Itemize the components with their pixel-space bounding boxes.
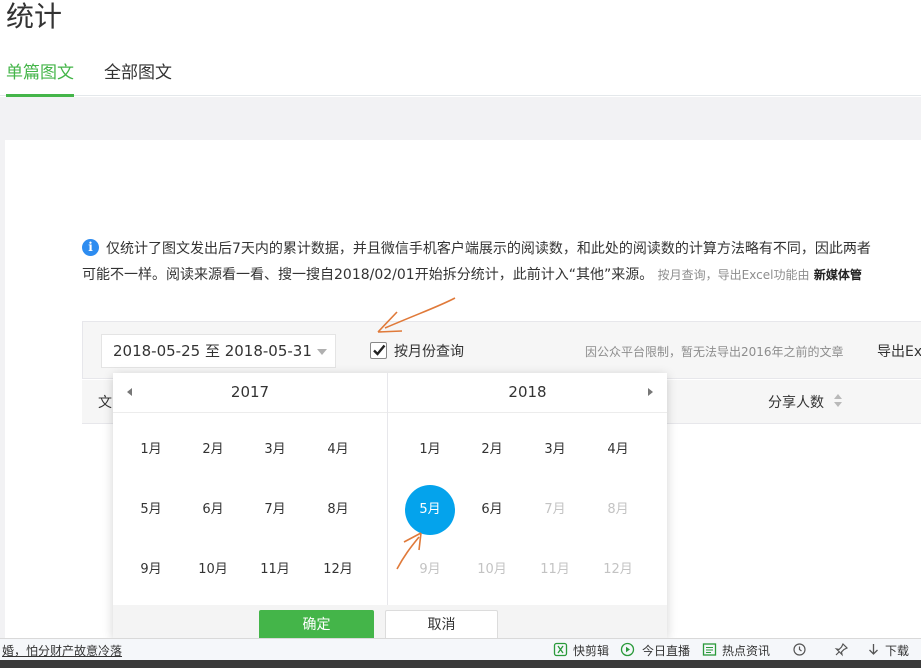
left-month-8[interactable]: 8月 (313, 485, 363, 535)
info-icon: i (82, 239, 99, 256)
month-query-checkbox[interactable] (370, 342, 387, 359)
right-month-4[interactable]: 4月 (593, 425, 643, 475)
notice-line-2-text: 可能不一样。阅读来源看一看、搜一搜自2018/02/01开始拆分统计，此前计入“… (82, 267, 653, 283)
scissors-icon (553, 642, 568, 657)
right-month-5[interactable]: 5月 (405, 485, 455, 535)
left-month-3[interactable]: 3月 (250, 425, 300, 475)
left-month-6[interactable]: 6月 (188, 485, 238, 535)
calendar-footer: 确定 取消 (113, 605, 667, 638)
left-month-12[interactable]: 12月 (313, 545, 363, 595)
date-range-value: 2018-05-25 至 2018-05-31 (113, 342, 312, 360)
calendar-left-header: 2017 (113, 373, 387, 413)
month-query-label[interactable]: 按月份查询 (394, 341, 464, 361)
right-month-8: 8月 (593, 485, 643, 535)
next-year-icon[interactable] (648, 388, 653, 396)
confirm-button[interactable]: 确定 (259, 610, 374, 640)
taskbar-item-clip[interactable]: 快剪辑 (573, 642, 609, 659)
taskbar-item-news[interactable]: 热点资讯 (722, 642, 770, 659)
calendar-right-panel: 2018 1月2月 3月 4月 5月6月 7月 8月 9月10月 11月 12月 (388, 373, 667, 638)
date-range-picker[interactable]: 2018-05-25 至 2018-05-31 (101, 334, 336, 368)
export-note: 因公众平台限制，暂无法导出2016年之前的文章 (585, 343, 844, 360)
taskbar-item-download[interactable]: 下载 (885, 642, 909, 659)
right-month-7: 7月 (530, 485, 580, 535)
left-month-4[interactable]: 4月 (313, 425, 363, 475)
checkmark-icon (372, 343, 386, 357)
tab-all-articles[interactable]: 全部图文 (104, 62, 172, 84)
os-taskbar-edge (0, 660, 921, 668)
plugin-name[interactable]: 新媒体管 (814, 268, 862, 282)
history-icon[interactable] (792, 642, 807, 657)
export-button[interactable]: 导出Ex (877, 341, 921, 361)
cancel-button[interactable]: 取消 (385, 610, 498, 640)
notice-line-1: 仅统计了图文发出后7天内的累计数据，并且微信手机客户端展示的阅读数，和此处的阅读… (106, 236, 871, 262)
calendar-right-header: 2018 (388, 373, 667, 413)
right-month-10: 10月 (467, 545, 517, 595)
left-month-7[interactable]: 7月 (250, 485, 300, 535)
right-month-11: 11月 (530, 545, 580, 595)
pin-icon[interactable] (834, 642, 849, 657)
right-month-2[interactable]: 2月 (467, 425, 517, 475)
left-month-5[interactable]: 5月 (126, 485, 176, 535)
right-month-6[interactable]: 6月 (467, 485, 517, 535)
tab-bar: 单篇图文 全部图文 (0, 56, 921, 96)
right-month-12: 12月 (593, 545, 643, 595)
news-icon (702, 642, 717, 657)
year-label-right: 2018 (388, 383, 667, 401)
play-icon (620, 642, 635, 657)
left-month-1[interactable]: 1月 (126, 425, 176, 475)
left-month-2[interactable]: 2月 (188, 425, 238, 475)
plugin-hint: 按月查询，导出Excel功能由 (658, 268, 810, 282)
notice-line-2: 可能不一样。阅读来源看一看、搜一搜自2018/02/01开始拆分统计，此前计入“… (82, 262, 862, 288)
download-icon (866, 642, 881, 657)
month-picker-popup: 2017 1月2月3月4月5月6月7月8月9月10月11月12月 2018 1月… (113, 373, 667, 638)
taskbar: 婚，怕分财产故意冷落 快剪辑 今日直播 热点资讯 下载 (0, 638, 921, 660)
chevron-down-icon (317, 349, 327, 355)
filter-bar: 2018-05-25 至 2018-05-31 按月份查询 因公众平台限制，暂无… (82, 321, 921, 379)
taskbar-item-live[interactable]: 今日直播 (642, 642, 690, 659)
page-title: 统计 (6, 0, 62, 34)
column-header-share-count[interactable]: 分享人数 (768, 392, 824, 412)
column-header-article: 文 (98, 392, 112, 412)
year-label-left: 2017 (113, 383, 387, 401)
right-month-1[interactable]: 1月 (405, 425, 455, 475)
left-month-10[interactable]: 10月 (188, 545, 238, 595)
sort-icon[interactable] (834, 394, 844, 408)
news-ticker-link[interactable]: 婚，怕分财产故意冷落 (2, 642, 122, 659)
left-month-11[interactable]: 11月 (250, 545, 300, 595)
right-month-9: 9月 (405, 545, 455, 595)
tab-single-article[interactable]: 单篇图文 (6, 62, 74, 97)
right-month-3[interactable]: 3月 (530, 425, 580, 475)
left-month-9[interactable]: 9月 (126, 545, 176, 595)
calendar-left-panel: 2017 1月2月3月 4月 5月6月7月 8月 9月10月11月 12月 (113, 373, 388, 638)
